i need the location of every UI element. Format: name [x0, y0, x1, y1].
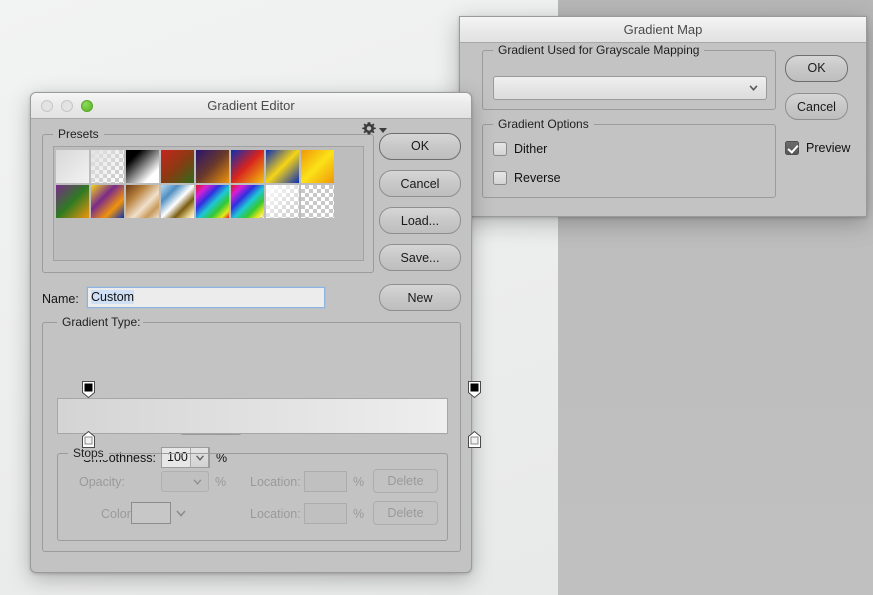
presets-group-label: Presets — [53, 127, 104, 141]
gradient-map-title: Gradient Map — [623, 22, 703, 37]
preview-label: Preview — [806, 141, 851, 155]
preset-swatch-foreground-to-transparent[interactable] — [91, 150, 124, 183]
preview-checkbox[interactable] — [785, 141, 799, 155]
color-stop-left[interactable] — [82, 431, 95, 448]
preset-swatch-gradient — [231, 150, 264, 183]
preset-swatch-gradient — [196, 185, 229, 218]
gradient-map-cancel-label: Cancel — [797, 100, 836, 114]
preset-swatch-gradient — [266, 185, 299, 218]
gradient-editor-title: Gradient Editor — [207, 98, 295, 113]
color-delete-button[interactable]: Delete — [373, 501, 438, 525]
preset-swatch-chrome[interactable] — [161, 185, 194, 218]
preset-swatch-black-white[interactable] — [126, 150, 159, 183]
gradient-map-cancel-button[interactable]: Cancel — [785, 93, 848, 120]
editor-load-button[interactable]: Load... — [379, 207, 461, 234]
color-location-label: Location: — [250, 507, 301, 521]
opacity-location-input[interactable] — [304, 471, 347, 492]
presets-swatch-well[interactable] — [53, 146, 364, 261]
chevron-down-icon — [749, 85, 758, 91]
grayscale-mapping-group: Gradient Used for Grayscale Mapping — [482, 43, 776, 110]
editor-cancel-button[interactable]: Cancel — [379, 170, 461, 197]
editor-new-label: New — [407, 291, 433, 305]
preset-swatch-copper[interactable] — [126, 185, 159, 218]
gradient-preview-select[interactable] — [493, 76, 767, 100]
gear-icon — [362, 122, 376, 135]
preset-swatch-violet-green-orange[interactable] — [56, 185, 89, 218]
reverse-checkbox[interactable] — [493, 171, 507, 185]
preset-swatch-gradient — [126, 150, 159, 183]
gradient-map-titlebar[interactable]: Gradient Map — [460, 17, 866, 43]
gradient-map-ok-button[interactable]: OK — [785, 55, 848, 82]
preset-swatch-gradient — [266, 150, 299, 183]
preset-swatch-gradient — [196, 150, 229, 183]
opacity-stop-right[interactable] — [468, 381, 481, 398]
gradient-strip[interactable] — [57, 398, 448, 434]
preset-swatch-gradient — [56, 185, 89, 218]
opacity-location-unit: % — [353, 475, 365, 489]
preset-swatch-gradient — [126, 185, 159, 218]
preset-swatch-gradient — [161, 150, 194, 183]
editor-save-label: Save... — [400, 251, 440, 265]
preset-swatch-transparent-rainbow[interactable] — [231, 185, 264, 218]
preset-swatch-gradient — [231, 185, 264, 218]
color-well[interactable] — [131, 502, 171, 524]
opacity-location-label: Location: — [250, 475, 301, 489]
preset-swatch-yellow-violet-orange-blue[interactable] — [91, 185, 124, 218]
opacity-input[interactable] — [161, 471, 209, 492]
opacity-unit: % — [215, 475, 227, 489]
preset-swatch-gradient — [91, 185, 124, 218]
name-label: Name: — [42, 292, 79, 306]
preset-swatch-blue-red-yellow[interactable] — [231, 150, 264, 183]
reverse-checkbox-row[interactable]: Reverse — [493, 171, 561, 185]
editor-save-button[interactable]: Save... — [379, 244, 461, 271]
preset-swatch-blue-yellow-blue[interactable] — [266, 150, 299, 183]
stops-group-label: Stops — [68, 446, 109, 460]
dither-checkbox[interactable] — [493, 142, 507, 156]
gradient-options-group-label: Gradient Options — [493, 117, 594, 131]
gradient-name-value: Custom — [91, 290, 135, 304]
dither-checkbox-row[interactable]: Dither — [493, 142, 547, 156]
color-stop-right[interactable] — [468, 431, 481, 448]
preset-swatch-gradient — [91, 150, 124, 183]
editor-new-button[interactable]: New — [379, 284, 461, 311]
color-location-unit: % — [353, 507, 365, 521]
editor-ok-button[interactable]: OK — [379, 133, 461, 160]
preset-swatch-violet-orange[interactable] — [196, 150, 229, 183]
color-label: Color: — [101, 507, 135, 521]
gradient-editor-dialog: Gradient Editor Presets OK Cancel Load..… — [30, 92, 481, 573]
color-delete-label: Delete — [387, 506, 424, 520]
chevron-down-icon — [193, 478, 202, 485]
preset-swatch-spectrum[interactable] — [196, 185, 229, 218]
gradient-map-dialog: Gradient Map Gradient Used for Grayscale… — [459, 16, 867, 217]
gradient-map-ok-label: OK — [807, 61, 826, 75]
opacity-label: Opacity: — [79, 475, 125, 489]
gradient-name-input[interactable]: Custom — [87, 287, 325, 308]
editor-load-label: Load... — [400, 214, 440, 228]
gradient-editor-titlebar[interactable]: Gradient Editor — [31, 93, 471, 119]
opacity-stop-left[interactable] — [82, 381, 95, 398]
preset-swatch-gradient — [301, 150, 334, 183]
dither-label: Dither — [514, 142, 548, 156]
preset-swatch-gradient — [56, 150, 89, 183]
chevron-down-icon[interactable] — [176, 510, 186, 517]
preset-swatch-gradient — [161, 185, 194, 218]
gradient-options-group: Gradient Options Dither Reverse — [482, 117, 776, 198]
preset-swatch-red-green[interactable] — [161, 150, 194, 183]
preset-swatch-gradient — [301, 185, 334, 218]
preset-swatch-transparent-stripes[interactable] — [266, 185, 299, 218]
stops-group: Stops — [57, 446, 448, 541]
preset-swatch-foreground-to-background[interactable] — [56, 150, 89, 183]
gradient-type-label: Gradient Type: — [57, 315, 143, 329]
preset-swatch-transparent[interactable] — [301, 185, 334, 218]
editor-cancel-label: Cancel — [400, 177, 440, 191]
grayscale-mapping-group-label: Gradient Used for Grayscale Mapping — [493, 43, 705, 57]
opacity-delete-button[interactable]: Delete — [373, 469, 438, 493]
editor-ok-label: OK — [410, 139, 430, 153]
reverse-label: Reverse — [514, 171, 561, 185]
color-location-input[interactable] — [304, 503, 347, 524]
opacity-delete-label: Delete — [387, 474, 424, 488]
preset-swatch-orange-yellow-orange[interactable] — [301, 150, 334, 183]
preview-checkbox-row[interactable]: Preview — [785, 141, 850, 155]
